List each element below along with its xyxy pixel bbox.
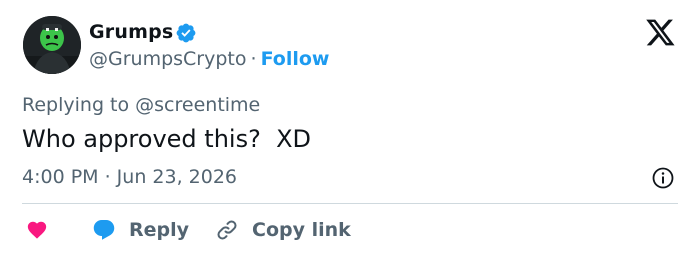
copy-link-button[interactable]: Copy link	[215, 214, 351, 246]
replying-to-text[interactable]: Replying to @screentime	[22, 94, 260, 116]
handle-separator: ·	[250, 48, 257, 70]
avatar-image	[23, 16, 81, 74]
tweet-text: Who approved this? XD	[22, 125, 311, 153]
link-icon	[217, 220, 237, 240]
tweet-embed-card: Grumps @GrumpsCrypto · Follow Replying to …	[0, 0, 700, 256]
reply-button[interactable]: Reply	[92, 214, 189, 246]
tweet-timestamp[interactable]: 4:00 PM · Jun 23, 2026	[22, 166, 237, 188]
action-bar: Reply Copy link	[0, 214, 700, 246]
reply-label: Reply	[129, 219, 190, 241]
handle-row: @GrumpsCrypto · Follow	[89, 48, 329, 70]
author-name[interactable]: Grumps	[89, 21, 173, 43]
verified-badge-icon	[176, 23, 196, 43]
author-handle[interactable]: @GrumpsCrypto	[89, 48, 247, 70]
divider	[22, 203, 678, 204]
heart-icon[interactable]	[26, 219, 48, 241]
reply-bubble-icon	[93, 220, 115, 240]
follow-button[interactable]: Follow	[261, 48, 330, 70]
info-icon[interactable]	[651, 166, 675, 190]
avatar[interactable]	[23, 16, 81, 74]
copy-link-label: Copy link	[252, 219, 351, 241]
x-logo-icon[interactable]	[645, 18, 676, 47]
